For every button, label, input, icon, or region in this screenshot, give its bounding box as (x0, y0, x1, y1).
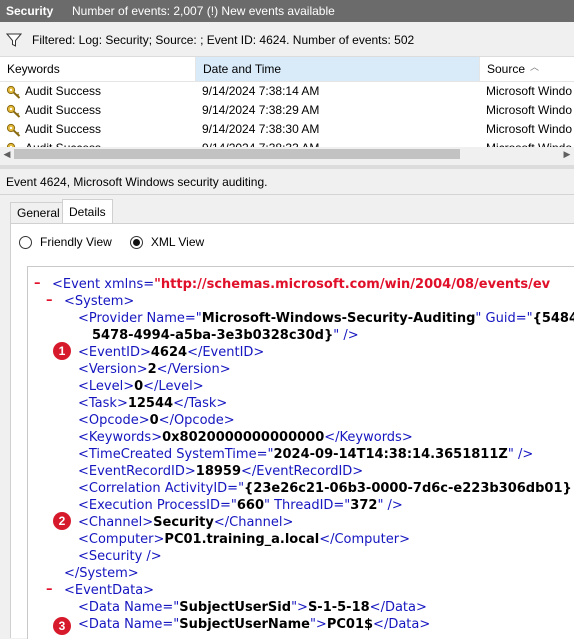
horizontal-scrollbar[interactable]: ◀ ▶ (0, 147, 574, 161)
table-row[interactable]: Audit Success 9/14/2024 7:38:14 AM Micro… (0, 82, 574, 101)
xml-line-security: <Security /> (78, 549, 162, 564)
annotation-badge-3: 3 (53, 617, 71, 635)
radio-checked-icon (129, 235, 143, 249)
xml-line-computer: <Computer>PC01.training_a.local</Compute… (78, 532, 410, 547)
xml-line-recordid: <EventRecordID>18959</EventRecordID> (78, 464, 364, 479)
column-header-date-time[interactable]: Date and Time ︿ (196, 57, 539, 81)
row-keywords: Audit Success (25, 103, 102, 117)
details-panel: Friendly View XML View – <Event xmlns="h… (10, 223, 574, 639)
log-title: Security (6, 4, 54, 18)
xml-line-version: <Version>2</Version> (78, 362, 231, 377)
xml-line-timecreated: <TimeCreated SystemTime="2024-09-14T14:3… (78, 447, 534, 462)
key-icon (6, 123, 21, 137)
friendly-view-radio[interactable]: Friendly View (19, 235, 112, 249)
row-datetime: 9/14/2024 7:38:14 AM (202, 84, 320, 98)
xml-line-opcode: <Opcode>0</Opcode> (78, 413, 235, 428)
xml-line-task: <Task>12544</Task> (78, 396, 228, 411)
row-source: Microsoft Windo (486, 122, 573, 136)
xml-view-radio[interactable]: XML View (129, 235, 205, 249)
xml-line-event: <Event xmlns="http://schemas.microsoft.c… (52, 277, 551, 292)
events-status: Number of events: 2,007 (!) New events a… (72, 4, 335, 18)
xml-line-keywords: <Keywords>0x8020000000000000</Keywords> (78, 430, 413, 445)
xml-line-channel: <Channel>Security</Channel> (78, 515, 294, 530)
xml-view[interactable]: – <Event xmlns="http://schemas.microsoft… (27, 266, 574, 639)
grid-header: Keywords Date and Time ︿ Source (0, 57, 574, 82)
row-datetime: 9/14/2024 7:38:30 AM (202, 122, 320, 136)
xml-line-data-subjectusersid: <Data Name="SubjectUserSid">S-1-5-18</Da… (78, 600, 427, 615)
event-title: Event 4624, Microsoft Windows security a… (0, 169, 574, 195)
xml-line-system-close: </System> (64, 566, 139, 581)
events-grid: Keywords Date and Time ︿ Source Audit Su… (0, 56, 574, 161)
tab-details[interactable]: Details (62, 199, 113, 225)
table-row[interactable]: Audit Success 9/14/2024 7:38:29 AM Micro… (0, 101, 574, 120)
radio-unchecked-icon (19, 235, 32, 249)
row-keywords: Audit Success (25, 84, 102, 98)
row-source: Microsoft Windo (486, 84, 573, 98)
friendly-view-label: Friendly View (40, 235, 112, 249)
row-source: Microsoft Windo (486, 103, 573, 117)
column-header-source[interactable]: Source (480, 57, 574, 81)
tab-general[interactable]: General (10, 202, 66, 224)
scroll-left-icon[interactable]: ◀ (0, 147, 14, 161)
xml-line-execution: <Execution ProcessID="660" ThreadID="372… (78, 498, 403, 513)
key-icon (6, 104, 21, 118)
xml-line-correlation: <Correlation ActivityID="{23e26c21-06b3-… (78, 481, 572, 496)
scrollbar-thumb[interactable] (14, 149, 460, 159)
xml-line-eventdata: <EventData> (64, 583, 155, 598)
xml-line-provider-cont: 5478-4994-a5ba-3e3b0328c30d}" /> (92, 328, 359, 343)
collapse-event-icon[interactable]: – (34, 276, 41, 291)
xml-line-eventid: <EventID>4624</EventID> (78, 345, 265, 360)
xml-line-provider: <Provider Name="Microsoft-Windows-Securi… (78, 311, 574, 326)
annotation-badge-2: 2 (53, 512, 71, 530)
column-header-keywords[interactable]: Keywords (0, 57, 196, 81)
row-keywords: Audit Success (25, 122, 102, 136)
key-icon (6, 85, 21, 99)
row-datetime: 9/14/2024 7:38:29 AM (202, 103, 320, 117)
scroll-right-icon[interactable]: ▶ (560, 147, 574, 161)
view-options: Friendly View XML View (19, 234, 222, 250)
filter-bar: Filtered: Log: Security; Source: ; Event… (0, 28, 574, 52)
filter-icon[interactable] (5, 32, 23, 48)
filter-description: Filtered: Log: Security; Source: ; Event… (32, 33, 415, 47)
annotation-badge-1: 1 (53, 342, 71, 360)
xml-view-label: XML View (150, 235, 205, 249)
collapse-eventdata-icon[interactable]: – (46, 582, 53, 597)
xml-line-system: <System> (64, 294, 135, 309)
titlebar: Security Number of events: 2,007 (!) New… (0, 0, 574, 22)
table-row[interactable]: Audit Success 9/14/2024 7:38:30 AM Micro… (0, 120, 574, 139)
collapse-system-icon[interactable]: – (46, 293, 53, 308)
column-header-date-time-label: Date and Time (203, 62, 282, 76)
xml-line-data-subjectusername: <Data Name="SubjectUserName">PC01$</Data… (78, 617, 431, 632)
xml-line-level: <Level>0</Level> (78, 379, 204, 394)
